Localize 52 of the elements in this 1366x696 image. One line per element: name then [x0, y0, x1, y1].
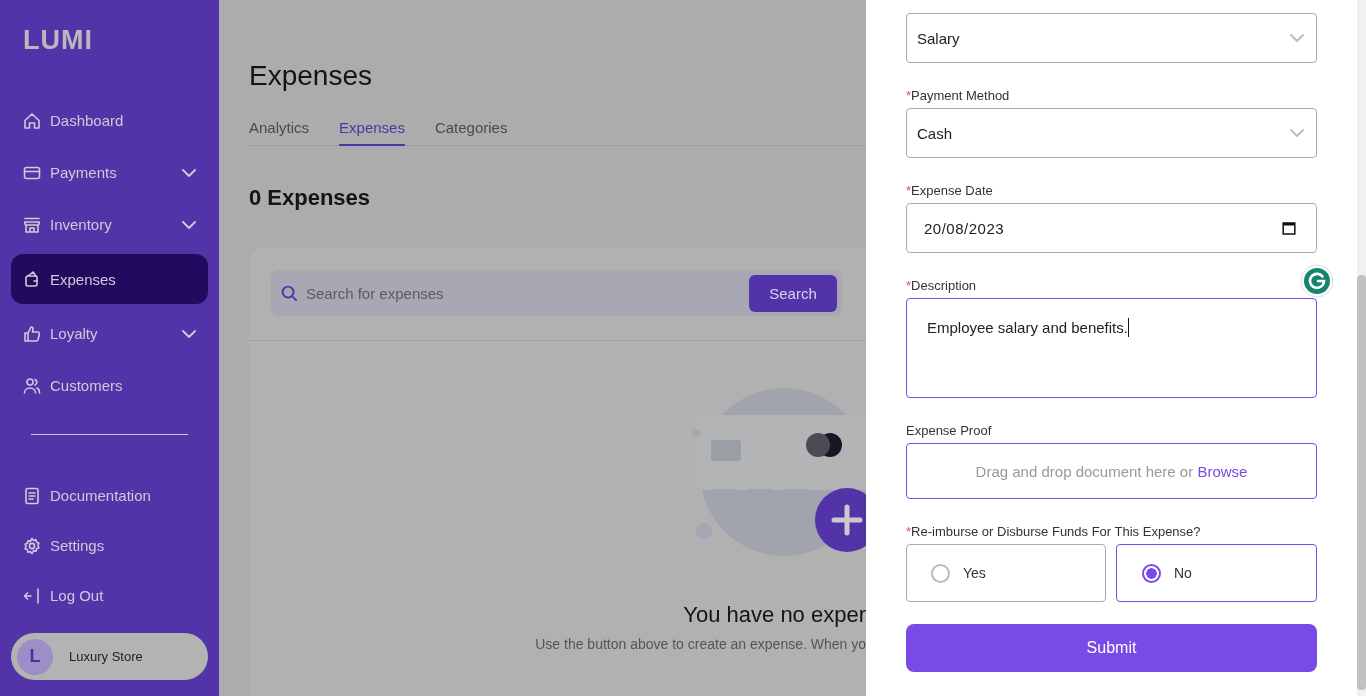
nav-item[interactable]: Customers [11, 363, 208, 408]
field-label: *Expense Date [906, 183, 994, 199]
nav-item[interactable]: Expenses [11, 254, 208, 304]
field-label: *Payment Method [906, 88, 1011, 104]
tab[interactable]: Analytics [249, 119, 310, 146]
search-icon [281, 284, 298, 302]
assistant-icon[interactable] [1300, 264, 1334, 298]
date-field[interactable]: 20/08/2023 [906, 203, 1317, 253]
expense-count: 0 Expenses [249, 185, 372, 211]
upload-hint: Drag and drop document here or Browse [975, 462, 1248, 480]
nav-item[interactable]: Settings [11, 523, 208, 568]
chevron-down-icon [182, 220, 196, 229]
nav-item[interactable]: Documentation [11, 473, 208, 518]
upload-dropzone[interactable]: Drag and drop document here or Browse [906, 443, 1317, 499]
settings-icon [22, 535, 42, 556]
scrollbar[interactable] [1357, 275, 1366, 690]
page-title: Expenses [249, 59, 373, 93]
calendar-icon[interactable] [1282, 221, 1296, 235]
thumbs-up-icon [22, 323, 42, 344]
description-field[interactable]: Employee salary and benefits. [906, 298, 1317, 398]
submit-button[interactable]: Submit [906, 624, 1317, 672]
field-label: Expense Proof [906, 423, 993, 439]
search-button[interactable]: Search [749, 274, 837, 312]
nav-item[interactable]: Log Out [11, 573, 208, 618]
chevron-down-icon [182, 168, 196, 177]
field-label: *Description [906, 278, 978, 294]
chevron-down-icon [1290, 34, 1304, 42]
empty-state-message: Use the button above to create an expense. When yo [534, 636, 866, 652]
users-icon [22, 375, 42, 396]
radio-option[interactable]: Yes [906, 544, 1106, 602]
document-icon [22, 485, 42, 506]
tab[interactable]: Expenses [339, 119, 405, 146]
tab[interactable]: Categories [434, 119, 508, 146]
browse-link[interactable]: Browse [1197, 462, 1248, 480]
select-field[interactable]: Salary [906, 13, 1317, 63]
nav-item[interactable]: Dashboard [11, 98, 208, 143]
avatar: L [17, 638, 53, 675]
empty-state-title: You have no exper [682, 602, 866, 628]
account-switcher[interactable]: L Luxury Store [11, 633, 208, 680]
chevron-down-icon [182, 329, 196, 338]
logo: LUMI [23, 26, 93, 54]
select-field[interactable]: Cash [906, 108, 1317, 158]
radio-option[interactable]: No [1116, 544, 1317, 602]
home-icon [22, 110, 42, 131]
nav-item[interactable]: Inventory [11, 202, 208, 247]
nav-item[interactable]: Loyalty [11, 311, 208, 356]
account-name: Luxury Store [69, 649, 143, 664]
chevron-down-icon [1290, 129, 1304, 137]
log-out-icon [22, 585, 42, 606]
search-field[interactable]: Search for expenses Search [271, 270, 842, 316]
field-label: *Re-imburse or Disburse Funds For This Expense? [906, 524, 1202, 540]
nav-item[interactable]: Payments [11, 150, 208, 195]
